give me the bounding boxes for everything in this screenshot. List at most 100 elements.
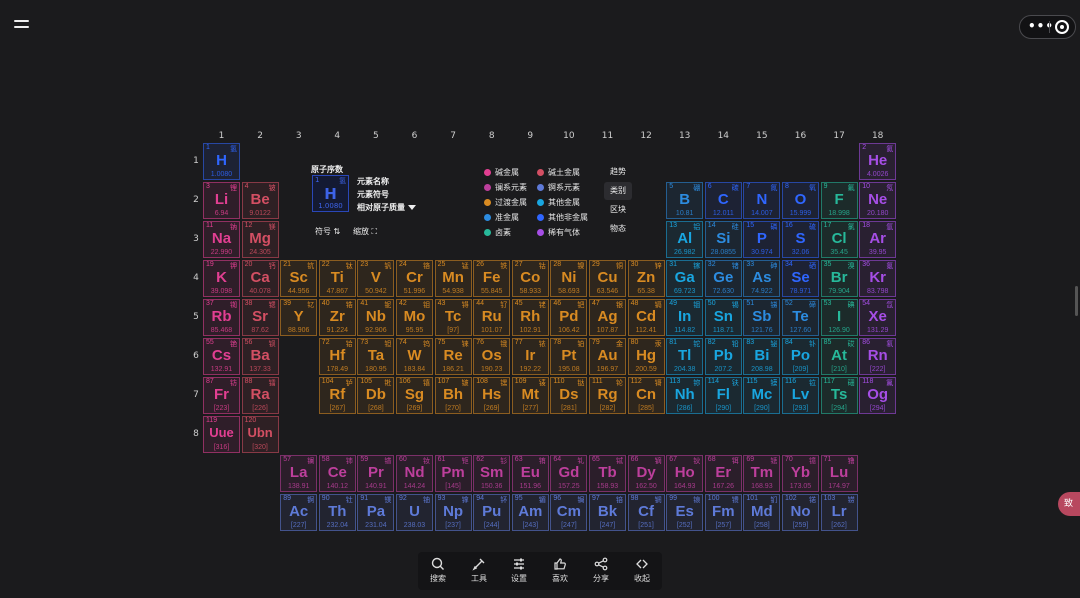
element-cell-tm[interactable]: 69 铥 Tm 168.93 [743, 455, 781, 492]
element-cell-mg[interactable]: 12 镁 Mg 24.305 [241, 221, 279, 258]
element-cell-cr[interactable]: 24 铬 Cr 51.996 [396, 260, 433, 297]
element-cell-te[interactable]: 52 碲 Te 127.60 [782, 299, 819, 336]
element-cell-lv[interactable]: 116 𫟷 Lv [293] [782, 377, 819, 414]
settings-button[interactable]: 设置 [502, 552, 536, 590]
element-cell-tl[interactable]: 81 铊 Tl 204.38 [666, 338, 704, 375]
element-cell-mn[interactable]: 25 锰 Mn 54.938 [434, 260, 472, 297]
element-cell-h[interactable]: 1 氢 H 1.0080 [203, 143, 240, 180]
element-cell-lu[interactable]: 71 镥 Lu 174.97 [820, 455, 858, 492]
legend-item-9[interactable]: 稀有气体 [537, 227, 580, 238]
element-cell-hg[interactable]: 80 汞 Hg 200.59 [627, 338, 665, 375]
element-cell-cf[interactable]: 98 锎 Cf [251] [627, 494, 665, 531]
view-option-3[interactable]: 物态 [604, 220, 632, 238]
element-cell-pa[interactable]: 91 镤 Pa 231.04 [357, 494, 395, 531]
element-cell-pd[interactable]: 46 钯 Pd 106.42 [550, 299, 588, 336]
element-cell-br[interactable]: 35 溴 Br 79.904 [820, 260, 858, 297]
element-cell-ca[interactable]: 20 钙 Ca 40.078 [241, 260, 279, 297]
element-cell-si[interactable]: 14 硅 Si 28.0855 [704, 221, 742, 258]
element-cell-mo[interactable]: 42 钼 Mo 95.95 [396, 299, 433, 336]
element-cell-re[interactable]: 75 铼 Re 186.21 [434, 338, 472, 375]
element-cell-zr[interactable]: 40 锆 Zr 91.224 [318, 299, 356, 336]
element-cell-os[interactable]: 76 锇 Os 190.23 [473, 338, 511, 375]
element-cell-sn[interactable]: 50 锡 Sn 118.71 [704, 299, 742, 336]
side-floating-tab[interactable]: 致 [1058, 492, 1080, 516]
element-cell-th[interactable]: 90 钍 Th 232.04 [318, 494, 356, 531]
element-cell-fe[interactable]: 26 铁 Fe 55.845 [473, 260, 511, 297]
element-cell-as[interactable]: 33 砷 As 74.922 [743, 260, 781, 297]
element-cell-tc[interactable]: 43 锝 Tc [97] [434, 299, 472, 336]
element-cell-md[interactable]: 101 钔 Md [258] [743, 494, 781, 531]
element-cell-cu[interactable]: 29 铜 Cu 63.546 [589, 260, 626, 297]
view-option-2[interactable]: 区块 [604, 201, 632, 219]
element-cell-o[interactable]: 8 氧 O 15.999 [782, 182, 819, 219]
element-cell-kr[interactable]: 36 氪 Kr 83.798 [859, 260, 897, 297]
element-cell-ru[interactable]: 44 钌 Ru 101.07 [473, 299, 511, 336]
element-cell-bi[interactable]: 83 铋 Bi 208.98 [743, 338, 781, 375]
element-cell-li[interactable]: 3 锂 Li 6.94 [203, 182, 240, 219]
element-cell-np[interactable]: 93 镎 Np [237] [434, 494, 472, 531]
element-cell-ho[interactable]: 67 钬 Ho 164.93 [666, 455, 704, 492]
view-option-1[interactable]: 类别 [604, 182, 632, 200]
element-cell-at[interactable]: 85 砹 At [210] [820, 338, 858, 375]
element-cell-k[interactable]: 19 钾 K 39.098 [203, 260, 240, 297]
element-cell-eu[interactable]: 63 铕 Eu 151.96 [511, 455, 549, 492]
element-cell-p[interactable]: 15 磷 P 30.974 [743, 221, 781, 258]
element-cell-in[interactable]: 49 铟 In 114.82 [666, 299, 704, 336]
element-cell-rf[interactable]: 104 𬬻 Rf [267] [318, 377, 356, 414]
search-button[interactable]: 搜索 [421, 552, 455, 590]
element-cell-zn[interactable]: 30 锌 Zn 65.38 [627, 260, 665, 297]
element-cell-am[interactable]: 95 镅 Am [243] [511, 494, 549, 531]
element-cell-co[interactable]: 27 钴 Co 58.933 [511, 260, 549, 297]
legend-item-2[interactable]: 镧系元素 [484, 182, 527, 193]
element-cell-no[interactable]: 102 锘 No [259] [782, 494, 819, 531]
element-cell-uue[interactable]: 119 Uue [316] [203, 416, 240, 453]
element-cell-rb[interactable]: 37 铷 Rb 85.468 [203, 299, 240, 336]
element-cell-po[interactable]: 84 钋 Po [209] [782, 338, 819, 375]
element-cell-pt[interactable]: 78 铂 Pt 195.08 [550, 338, 588, 375]
element-cell-w[interactable]: 74 钨 W 183.84 [396, 338, 433, 375]
element-cell-xe[interactable]: 54 氙 Xe 131.29 [859, 299, 897, 336]
legend-item-8[interactable]: 卤素 [484, 227, 511, 238]
element-cell-s[interactable]: 16 硫 S 32.06 [782, 221, 819, 258]
element-cell-hs[interactable]: 108 𬭶 Hs [269] [473, 377, 511, 414]
element-cell-ar[interactable]: 18 氩 Ar 39.95 [859, 221, 897, 258]
element-cell-er[interactable]: 68 铒 Er 167.26 [704, 455, 742, 492]
element-cell-tb[interactable]: 65 铽 Tb 158.93 [589, 455, 626, 492]
element-cell-bh[interactable]: 107 𬭛 Bh [270] [434, 377, 472, 414]
legend-item-5[interactable]: 其他金属 [537, 197, 580, 208]
element-cell-be[interactable]: 4 铍 Be 9.0122 [241, 182, 279, 219]
element-cell-ubn[interactable]: 120 Ubn [320] [241, 416, 279, 453]
element-cell-mt[interactable]: 109 鿏 Mt [277] [511, 377, 549, 414]
element-cell-sg[interactable]: 106 𬭳 Sg [269] [396, 377, 433, 414]
element-cell-bk[interactable]: 97 锫 Bk [247] [589, 494, 626, 531]
element-cell-v[interactable]: 23 钒 V 50.942 [357, 260, 395, 297]
element-cell-sc[interactable]: 21 钪 Sc 44.956 [280, 260, 318, 297]
element-cell-sm[interactable]: 62 钐 Sm 150.36 [473, 455, 511, 492]
element-cell-pr[interactable]: 59 镨 Pr 140.91 [357, 455, 395, 492]
element-cell-na[interactable]: 11 钠 Na 22.990 [203, 221, 240, 258]
element-cell-f[interactable]: 9 氟 F 18.998 [820, 182, 858, 219]
legend-item-4[interactable]: 过渡金属 [484, 197, 527, 208]
element-cell-rn[interactable]: 86 氡 Rn [222] [859, 338, 897, 375]
element-cell-dy[interactable]: 66 镝 Dy 162.50 [627, 455, 665, 492]
element-cell-fm[interactable]: 100 镄 Fm [257] [704, 494, 742, 531]
element-cell-ir[interactable]: 77 铱 Ir 192.22 [511, 338, 549, 375]
element-cell-fl[interactable]: 114 𫓧 Fl [290] [704, 377, 742, 414]
element-cell-ti[interactable]: 22 钛 Ti 47.867 [318, 260, 356, 297]
element-cell-cd[interactable]: 48 镉 Cd 112.41 [627, 299, 665, 336]
element-cell-cs[interactable]: 55 铯 Cs 132.91 [203, 338, 240, 375]
element-cell-u[interactable]: 92 铀 U 238.03 [396, 494, 433, 531]
element-cell-ac[interactable]: 89 锕 Ac [227] [280, 494, 318, 531]
element-cell-ga[interactable]: 31 镓 Ga 69.723 [666, 260, 704, 297]
element-cell-b[interactable]: 5 硼 B 10.81 [666, 182, 704, 219]
tool-button[interactable]: 工具 [462, 552, 496, 590]
element-cell-ag[interactable]: 47 银 Ag 107.87 [589, 299, 626, 336]
share-button[interactable]: 分享 [584, 552, 618, 590]
element-cell-yb[interactable]: 70 镱 Yb 173.05 [782, 455, 819, 492]
legend-item-6[interactable]: 准金属 [484, 212, 519, 223]
element-cell-ne[interactable]: 10 氖 Ne 20.180 [859, 182, 897, 219]
atomic-mass-dropdown[interactable]: 相对原子质量 [357, 202, 416, 213]
sort-symbol-button[interactable]: 符号 ⇅ [315, 226, 340, 237]
element-cell-es[interactable]: 99 锿 Es [252] [666, 494, 704, 531]
element-cell-hf[interactable]: 72 铪 Hf 178.49 [318, 338, 356, 375]
